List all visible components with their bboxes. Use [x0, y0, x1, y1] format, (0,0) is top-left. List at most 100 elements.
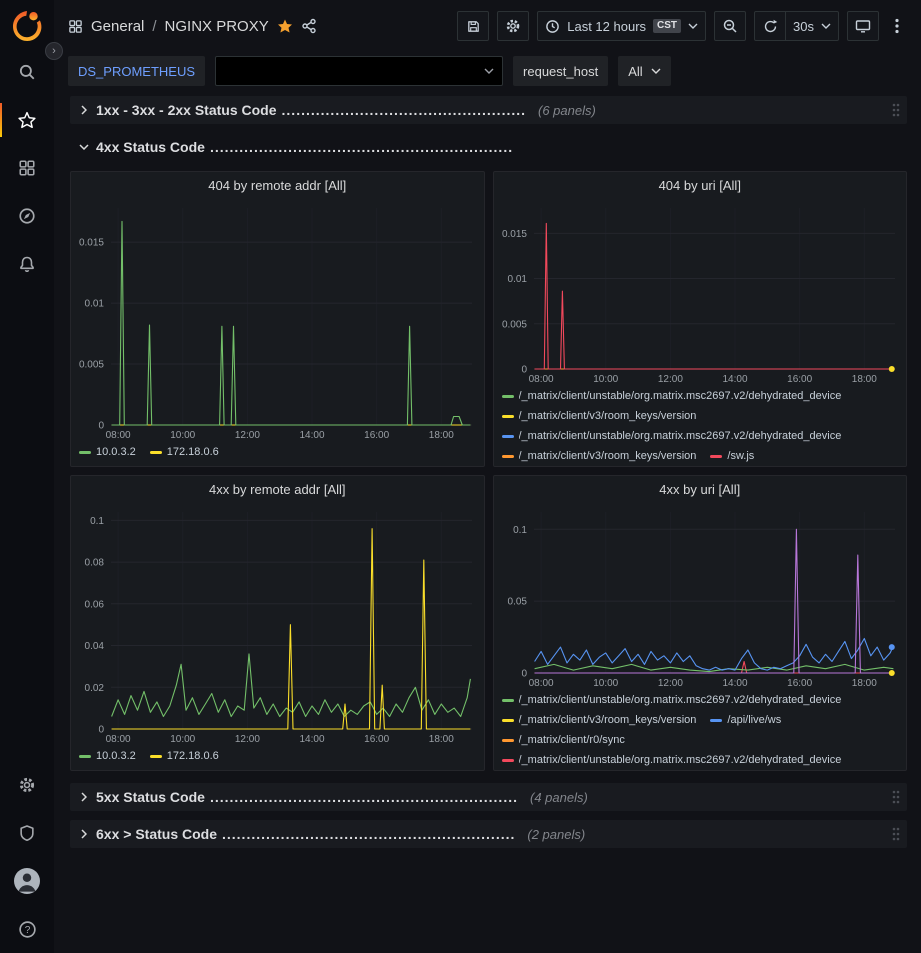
svg-text:0: 0 [521, 669, 527, 680]
dashboard-settings-button[interactable] [497, 11, 529, 41]
dashboard-content: 1xx - 3xx - 2xx Status Code ............… [54, 90, 921, 953]
zoom-out-time-button[interactable] [714, 11, 746, 41]
sidebar-item-explore[interactable] [0, 192, 54, 240]
chart-4xx-by-remote-addr[interactable]: 00.020.040.060.080.108:0010:0012:0014:00… [71, 502, 484, 746]
legend-item[interactable]: /_matrix/client/unstable/org.matrix.msc2… [502, 752, 842, 769]
legend-item[interactable]: 172.18.0.6 [150, 444, 219, 461]
svg-text:0: 0 [521, 365, 527, 376]
series-color-swatch [502, 395, 514, 398]
legend-item[interactable]: /_matrix/client/r0/sync [502, 732, 625, 749]
legend-item[interactable]: /_matrix/client/v3/room_keys/version [502, 408, 697, 425]
time-range-picker[interactable]: Last 12 hours CST [537, 11, 706, 41]
row-panel-count: (6 panels) [538, 103, 596, 118]
legend-item[interactable]: /_matrix/client/v3/room_keys/version [502, 448, 697, 465]
svg-text:0.01: 0.01 [507, 274, 527, 285]
breadcrumb-dashboard-title[interactable]: NGINX PROXY [165, 18, 269, 35]
svg-text:08:00: 08:00 [106, 430, 131, 441]
apps-grid-icon [68, 19, 83, 34]
series-color-swatch [502, 719, 514, 722]
series-label: 10.0.3.2 [96, 444, 136, 461]
svg-text:16:00: 16:00 [364, 430, 389, 441]
row-4xx[interactable]: 4xx Status Code ........................… [70, 133, 907, 161]
clock-icon [545, 19, 560, 34]
sidebar-item-configuration[interactable] [0, 761, 54, 809]
datasource-variable-select[interactable] [215, 56, 503, 86]
series-label: /_matrix/client/unstable/org.matrix.msc2… [519, 752, 842, 769]
sidebar-item-profile[interactable] [0, 857, 54, 905]
row-drag-handle-icon[interactable] [891, 789, 901, 805]
row-drag-handle-icon[interactable] [891, 826, 901, 842]
row-panel-count: (4 panels) [530, 790, 588, 805]
chart-404-by-remote-addr[interactable]: 00.0050.010.01508:0010:0012:0014:0016:00… [71, 198, 484, 442]
legend-item[interactable]: 172.18.0.6 [150, 748, 219, 765]
svg-text:16:00: 16:00 [787, 374, 812, 385]
save-icon [466, 19, 481, 34]
sidebar-item-starred[interactable] [0, 96, 54, 144]
panel-title[interactable]: 4xx by remote addr [All] [71, 476, 484, 502]
row-5xx[interactable]: 5xx Status Code ........................… [70, 783, 907, 811]
request-host-value: All [628, 64, 642, 79]
row-title: 4xx Status Code [96, 139, 205, 155]
datasource-label-text: DS_PROMETHEUS [78, 64, 195, 79]
row-drag-handle-icon[interactable] [891, 102, 901, 118]
legend-item[interactable]: 10.0.3.2 [79, 444, 136, 461]
refresh-button[interactable] [754, 11, 786, 41]
row-title-dots: ........................................… [222, 826, 515, 842]
series-label: /_matrix/client/v3/room_keys/version [519, 408, 697, 425]
sidebar-item-alerting[interactable] [0, 240, 54, 288]
series-color-swatch [79, 451, 91, 454]
series-label: /_matrix/client/r0/sync [519, 732, 625, 749]
row-title-dots: ........................................… [210, 789, 518, 805]
sidebar-item-search[interactable] [0, 48, 54, 96]
panel-legend: /_matrix/client/unstable/org.matrix.msc2… [494, 690, 907, 770]
legend-item[interactable]: /_matrix/client/unstable/org.matrix.msc2… [502, 388, 842, 405]
request-host-variable-label[interactable]: request_host [513, 56, 608, 86]
legend-item[interactable]: /sw.js [710, 448, 754, 465]
series-label: 172.18.0.6 [167, 748, 219, 765]
panel-legend: /_matrix/client/unstable/org.matrix.msc2… [494, 386, 907, 466]
cycle-view-mode-button[interactable] [847, 11, 879, 41]
svg-text:14:00: 14:00 [722, 678, 747, 689]
sidebar-item-server-admin[interactable] [0, 809, 54, 857]
row-1xx-3xx-2xx[interactable]: 1xx - 3xx - 2xx Status Code ............… [70, 96, 907, 124]
panel-legend: 10.0.3.2 172.18.0.6 [71, 746, 484, 770]
refresh-button-group: 30s [754, 11, 839, 41]
request-host-variable-select[interactable]: All [618, 56, 670, 86]
svg-text:0: 0 [98, 421, 104, 432]
panel-title[interactable]: 4xx by uri [All] [494, 476, 907, 502]
datasource-variable-label[interactable]: DS_PROMETHEUS [68, 56, 205, 86]
svg-text:08:00: 08:00 [528, 678, 553, 689]
svg-text:12:00: 12:00 [235, 430, 260, 441]
grafana-logo[interactable] [9, 8, 45, 44]
series-color-swatch [502, 739, 514, 742]
panel-title[interactable]: 404 by remote addr [All] [71, 172, 484, 198]
zoom-out-icon [722, 18, 738, 34]
share-icon[interactable] [301, 18, 317, 34]
favorite-star-icon[interactable] [277, 18, 293, 34]
svg-text:10:00: 10:00 [170, 430, 195, 441]
legend-item[interactable]: /_matrix/client/unstable/org.matrix.msc2… [502, 692, 842, 709]
request-host-label-text: request_host [523, 64, 598, 79]
panel-title[interactable]: 404 by uri [All] [494, 172, 907, 198]
chevron-right-icon [76, 792, 92, 802]
chart-404-by-uri[interactable]: 00.0050.010.01508:0010:0012:0014:0016:00… [494, 198, 907, 386]
breadcrumb-folder[interactable]: General [91, 18, 144, 35]
chart-4xx-by-uri[interactable]: 00.050.108:0010:0012:0014:0016:0018:00 [494, 502, 907, 690]
sidebar-item-help[interactable]: ? [0, 905, 54, 953]
svg-text:0.01: 0.01 [85, 299, 105, 310]
legend-item[interactable]: /api/live/ws [710, 712, 781, 729]
timezone-badge: CST [653, 19, 681, 33]
legend-item[interactable]: /_matrix/client/unstable/org.matrix.msc2… [502, 428, 842, 445]
svg-text:12:00: 12:00 [657, 374, 682, 385]
chevron-down-icon [821, 23, 831, 29]
more-options-button[interactable] [887, 11, 907, 41]
svg-text:14:00: 14:00 [300, 430, 325, 441]
sidebar-item-dashboards[interactable] [0, 144, 54, 192]
save-dashboard-button[interactable] [457, 11, 489, 41]
refresh-interval-dropdown[interactable]: 30s [786, 11, 839, 41]
breadcrumb: General / NGINX PROXY [68, 18, 317, 35]
row-6xx[interactable]: 6xx > Status Code ......................… [70, 820, 907, 848]
svg-text:0.02: 0.02 [85, 683, 105, 694]
legend-item[interactable]: /_matrix/client/v3/room_keys/version [502, 712, 697, 729]
legend-item[interactable]: 10.0.3.2 [79, 748, 136, 765]
